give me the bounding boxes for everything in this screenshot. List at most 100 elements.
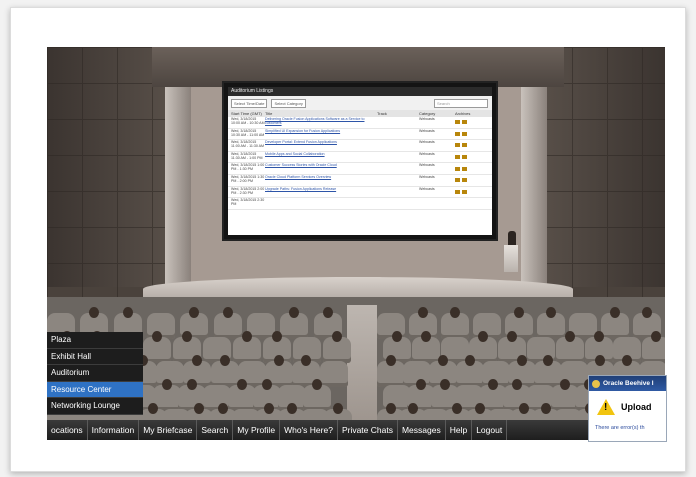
audience-avatar	[450, 307, 460, 318]
dialog-body: ! Upload	[589, 391, 666, 415]
nav-item-plaza[interactable]: Plaza	[47, 332, 143, 349]
document-icon[interactable]	[462, 155, 467, 160]
briefcase-icon[interactable]	[455, 178, 460, 183]
listing-time: Wed, 3/18/2015 1:00 PM - 1:30 PM	[231, 163, 265, 172]
audience-avatar	[312, 379, 322, 390]
listing-row[interactable]: Wed, 3/18/2015 1:30 PM - 2:00 PM Oracle C…	[228, 175, 492, 187]
audience-avatar	[272, 331, 282, 342]
audience-avatar	[237, 379, 247, 390]
briefcase-icon[interactable]	[455, 143, 460, 148]
audience-avatar	[386, 355, 396, 366]
audience-avatar	[392, 331, 402, 342]
audience-avatar	[474, 403, 485, 414]
listing-track	[377, 175, 419, 186]
screen-table-header: Start Time (GMT) Title Track Category Ar…	[228, 110, 492, 117]
audience-avatar	[219, 355, 230, 366]
col-title: Title	[265, 111, 273, 116]
dialog-title: Oracle Beehive I	[603, 380, 654, 387]
podium	[504, 245, 518, 272]
listing-track	[377, 163, 419, 174]
nav-item-auditorium[interactable]: Auditorium	[47, 365, 143, 382]
menu-help[interactable]: Help	[446, 420, 473, 440]
listing-row[interactable]: Wed, 3/18/2015 10:00 AM - 10:30 AM Delive…	[228, 117, 492, 129]
audience-avatar	[514, 307, 524, 318]
menu-my-profile[interactable]: My Profile	[233, 420, 281, 440]
listing-category: Webcasts	[419, 174, 435, 179]
nav-item-exhibit-hall[interactable]: Exhibit Hall	[47, 348, 143, 366]
stage-pillar-left	[165, 87, 191, 302]
menu-logout[interactable]: Logout	[472, 420, 508, 440]
listing-row[interactable]: Wed, 3/18/2015 2:30 PM	[228, 198, 492, 210]
listing-title-link[interactable]: Delivering Oracle Fusion Applications So…	[265, 117, 377, 128]
listing-category: Webcasts	[419, 140, 435, 145]
briefcase-icon[interactable]	[455, 166, 460, 171]
briefcase-icon[interactable]	[455, 189, 460, 194]
menu-my-briefcase[interactable]: My Briefcase	[139, 420, 198, 440]
listing-title-link[interactable]: Customer Success Stories with Oracle Clo…	[265, 163, 377, 174]
menu-messages[interactable]: Messages	[398, 420, 446, 440]
document-icon[interactable]	[462, 131, 467, 136]
audience-avatar	[564, 331, 575, 342]
document-icon[interactable]	[462, 120, 467, 125]
listing-title-link[interactable]: Upgrade Paths: Fusion Applications Relea…	[265, 187, 377, 198]
audience-avatar	[512, 379, 522, 390]
menu-locations[interactable]: ocations	[47, 420, 88, 440]
briefcase-icon[interactable]	[455, 131, 460, 136]
listing-row[interactable]: Wed, 3/18/2015 2:00 PM - 2:30 PM Upgrade …	[228, 187, 492, 199]
listing-archives	[455, 129, 485, 140]
listing-time: Wed, 3/18/2015 10:30 AM - 11:00 AM	[231, 128, 265, 137]
listing-title-link[interactable]: Simplified UI Expansion for Fusion Appli…	[265, 129, 377, 140]
briefcase-icon[interactable]	[455, 155, 460, 160]
audience-avatar	[418, 307, 428, 318]
audience-avatar	[152, 331, 162, 342]
document-icon[interactable]	[462, 166, 467, 171]
dialog-message: There are error(s) th	[595, 425, 645, 431]
document-icon[interactable]	[462, 143, 467, 148]
menu-information[interactable]: Information	[88, 420, 140, 440]
listing-track	[377, 152, 419, 163]
briefcase-icon[interactable]	[455, 120, 460, 125]
document-icon[interactable]	[462, 189, 467, 194]
screen-title: Auditorium Listings	[228, 87, 492, 96]
listing-track	[377, 140, 419, 151]
col-archives: Archives	[455, 111, 471, 116]
presentation-screen[interactable]: Auditorium Listings Select Time/Date Sel…	[222, 81, 498, 241]
listing-row[interactable]: Wed, 3/18/2015 1:00 PM - 1:30 PM Customer…	[228, 163, 492, 175]
audience-avatar	[242, 331, 252, 342]
screen-search-input[interactable]: Search	[434, 98, 488, 108]
listing-archives	[455, 163, 485, 174]
audience-avatar	[621, 355, 632, 366]
menu-search[interactable]: Search	[197, 420, 234, 440]
audience-avatar	[541, 403, 552, 414]
audience-seat	[319, 361, 348, 387]
listing-row[interactable]: Wed, 3/18/2015 11:30 AM - 1:00 PM Mobile …	[228, 152, 492, 164]
menu-private-chats[interactable]: Private Chats	[338, 420, 398, 440]
col-track: Track	[377, 111, 387, 116]
menu-whos-here[interactable]: Who's Here?	[280, 420, 338, 440]
nav-item-networking-lounge[interactable]: Networking Lounge	[47, 398, 143, 415]
upload-error-dialog[interactable]: Oracle Beehive I ! Upload There are erro…	[588, 375, 667, 442]
warning-icon: !	[597, 399, 615, 415]
listing-title-link[interactable]: Mobile Apps and Social Collaboration	[265, 152, 377, 163]
speaker-avatar	[508, 231, 516, 245]
listing-title-link[interactable]	[265, 198, 377, 209]
audience-avatar	[518, 403, 529, 414]
listing-category: Webcasts	[419, 117, 435, 121]
listing-title-link[interactable]: Developer Portal: Extend Fusion Applicat…	[265, 140, 377, 151]
category-filter-select[interactable]: Select Category	[271, 98, 306, 108]
dialog-heading: Upload	[621, 402, 652, 412]
dialog-titlebar[interactable]: Oracle Beehive I	[589, 376, 666, 391]
listing-title-link[interactable]: Oracle Cloud Platform Services Overview	[265, 175, 377, 186]
listing-archives	[455, 140, 485, 151]
audience-avatar	[560, 379, 570, 390]
document-icon[interactable]	[462, 178, 467, 183]
nav-item-resource-center[interactable]: Resource Center	[47, 381, 143, 399]
listing-time: Wed, 3/18/2015 2:30 PM	[231, 198, 265, 207]
listing-row[interactable]: Wed, 3/18/2015 11:00 AM - 11:30 AM Develo…	[228, 140, 492, 152]
audience-avatar	[222, 307, 233, 318]
time-filter-select[interactable]: Select Time/Date	[231, 98, 268, 108]
listing-time: Wed, 3/18/2015 11:00 AM - 11:30 AM	[231, 140, 265, 149]
listing-row[interactable]: Wed, 3/18/2015 10:30 AM - 11:00 AM Simpli…	[228, 129, 492, 141]
audience-avatar	[332, 403, 343, 414]
listing-time: Wed, 3/18/2015 1:30 PM - 2:00 PM	[231, 174, 265, 183]
